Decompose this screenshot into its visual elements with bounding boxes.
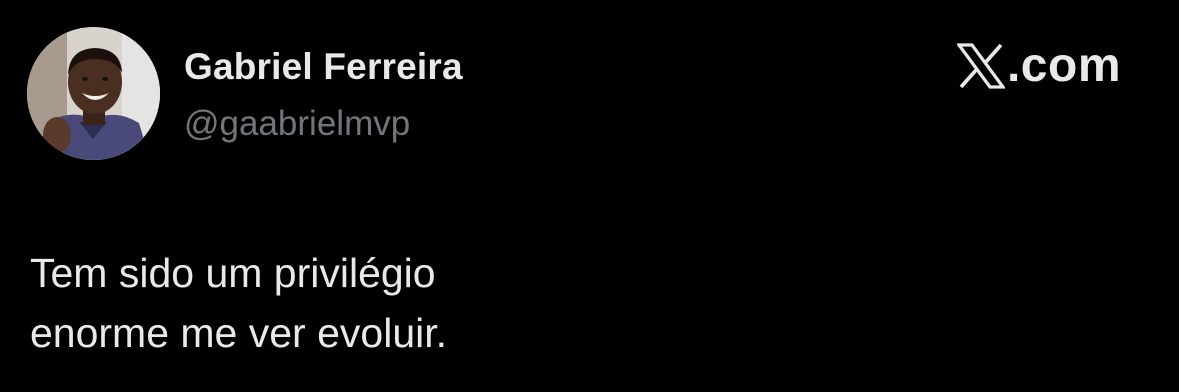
author-display-name[interactable]: Gabriel Ferreira [184, 46, 463, 88]
x-logo-icon [956, 43, 1005, 89]
tweet-line: Tem sido um privilégio [30, 250, 436, 296]
brand-domain-text: .com [1006, 39, 1121, 92]
tweet-text: Tem sido um privilégio enorme me ver evo… [30, 243, 1130, 363]
tweet-line: enorme me ver evoluir. [30, 310, 448, 356]
avatar[interactable] [27, 27, 160, 160]
author-handle[interactable]: @gaabrielmvp [184, 104, 410, 144]
brand-logo: .com [956, 39, 1121, 92]
profile-photo [27, 27, 160, 160]
